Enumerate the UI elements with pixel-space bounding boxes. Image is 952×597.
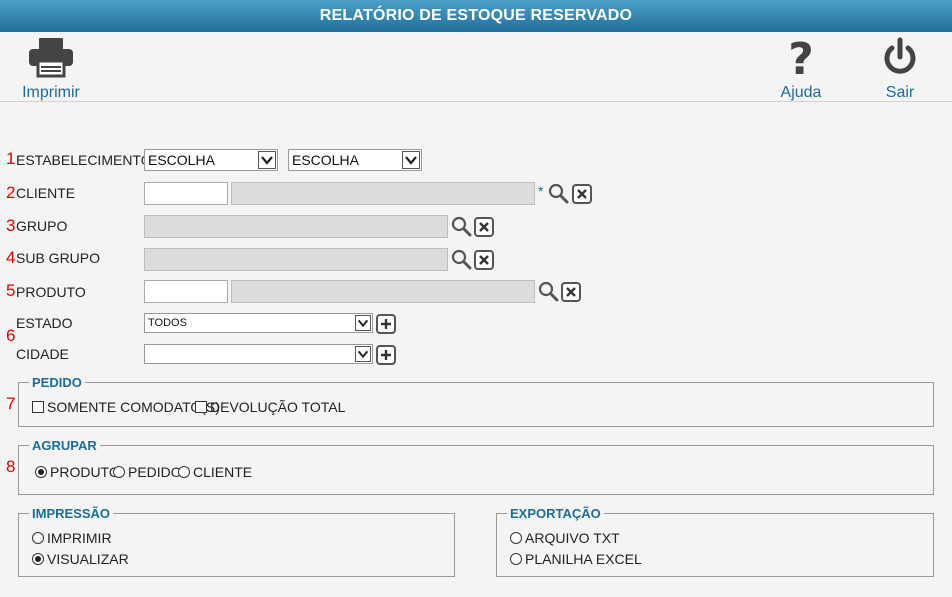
search-icon[interactable] <box>538 281 559 302</box>
cliente-label: CLIENTE <box>16 185 76 201</box>
devolucao-total-label: DEVOLUÇÃO TOTAL <box>210 399 346 415</box>
produto-label: PRODUTO <box>16 284 86 300</box>
subgrupo-input <box>144 248 448 271</box>
agrupar-pedido-label: PEDIDO <box>128 464 182 480</box>
exportacao-excel-label: PLANILHA EXCEL <box>525 551 642 567</box>
clear-icon[interactable] <box>474 217 494 237</box>
estabelecimento-select-2-value: ESCOLHA <box>292 152 359 168</box>
pedido-legend: PEDIDO <box>29 375 85 390</box>
estado-label: ESTADO <box>16 315 73 331</box>
search-icon[interactable] <box>451 216 472 237</box>
exportacao-txt-radio[interactable]: ARQUIVO TXT <box>510 530 620 546</box>
row-number-5: 5 <box>6 281 16 300</box>
estabelecimento-select-1-value: ESCOLHA <box>148 152 215 168</box>
agrupar-cliente-radio[interactable]: CLIENTE <box>178 464 252 480</box>
exit-button[interactable]: Sair <box>880 36 920 102</box>
page-title: RELATÓRIO DE ESTOQUE RESERVADO <box>0 0 952 32</box>
pedido-group: PEDIDO SOMENTE COMODATO(S) DEVOLUÇÃO TOT… <box>18 375 934 427</box>
row-number-6: 6 <box>6 326 16 345</box>
print-label: Imprimir <box>22 84 80 101</box>
chevron-down-icon <box>355 346 371 362</box>
help-label: Ajuda <box>780 84 822 101</box>
exportacao-legend: EXPORTAÇÃO <box>507 506 604 521</box>
estabelecimento-select-2[interactable]: ESCOLHA <box>288 149 422 171</box>
impressao-imprimir-label: IMPRIMIR <box>47 530 112 546</box>
chevron-down-icon <box>258 151 276 169</box>
agrupar-group: AGRUPAR PRODUTO PEDIDO CLIENTE <box>18 438 934 495</box>
subgrupo-label: SUB GRUPO <box>16 250 101 266</box>
cliente-code-input[interactable] <box>144 182 228 205</box>
row-number-4: 4 <box>6 248 16 267</box>
chevron-down-icon <box>355 315 371 331</box>
exportacao-txt-label: ARQUIVO TXT <box>525 530 620 546</box>
row-number-3: 3 <box>6 216 16 235</box>
grupo-input <box>144 215 448 238</box>
clear-icon[interactable] <box>474 250 494 270</box>
impressao-visualizar-radio[interactable]: VISUALIZAR <box>32 551 129 567</box>
clear-icon[interactable] <box>572 184 592 204</box>
estabelecimento-select-1[interactable]: ESCOLHA <box>144 149 278 171</box>
cidade-label: CIDADE <box>16 346 69 362</box>
row-number-8: 8 <box>6 457 16 476</box>
grupo-label: GRUPO <box>16 218 68 234</box>
search-icon[interactable] <box>548 183 569 204</box>
exportacao-excel-radio[interactable]: PLANILHA EXCEL <box>510 551 642 567</box>
impressao-legend: IMPRESSÃO <box>29 506 114 521</box>
devolucao-total-checkbox[interactable]: DEVOLUÇÃO TOTAL <box>195 399 345 415</box>
radio-dot <box>510 532 522 544</box>
agrupar-produto-radio[interactable]: PRODUTO <box>35 464 120 480</box>
radio-dot <box>113 466 125 478</box>
exportacao-group: EXPORTAÇÃO ARQUIVO TXT PLANILHA EXCEL <box>496 506 934 577</box>
search-icon[interactable] <box>451 249 472 270</box>
exit-label: Sair <box>885 84 915 101</box>
help-button[interactable]: ? Ajuda <box>778 36 824 102</box>
radio-dot <box>510 553 522 565</box>
produto-code-input[interactable] <box>144 280 228 303</box>
cidade-select[interactable] <box>144 344 373 364</box>
impressao-group: IMPRESSÃO IMPRIMIR VISUALIZAR <box>18 506 455 577</box>
produto-name-input <box>231 280 535 303</box>
estado-select-value: TODOS <box>148 317 187 329</box>
printer-icon <box>29 38 73 78</box>
radio-dot <box>32 553 44 565</box>
somente-comodato-label: SOMENTE COMODATO(S) <box>47 399 220 415</box>
somente-comodato-checkbox[interactable]: SOMENTE COMODATO(S) <box>32 399 220 415</box>
agrupar-legend: AGRUPAR <box>29 438 100 453</box>
svg-text:?: ? <box>788 36 814 78</box>
agrupar-produto-label: PRODUTO <box>50 464 120 480</box>
chevron-down-icon <box>402 151 420 169</box>
cliente-name-input <box>231 182 535 205</box>
estado-select[interactable]: TODOS <box>144 313 373 333</box>
toolbar: Imprimir ? Ajuda Sair <box>0 32 952 102</box>
radio-dot <box>32 532 44 544</box>
checkbox-box <box>195 401 207 413</box>
checkbox-box <box>32 401 44 413</box>
clear-icon[interactable] <box>561 282 581 302</box>
radio-dot <box>178 466 190 478</box>
required-mark: * <box>538 183 544 199</box>
power-icon <box>884 37 916 74</box>
question-mark-icon: ? <box>788 36 814 78</box>
add-estado-icon[interactable] <box>376 314 396 334</box>
print-button[interactable]: Imprimir <box>20 36 82 102</box>
add-cidade-icon[interactable] <box>376 345 396 365</box>
agrupar-pedido-radio[interactable]: PEDIDO <box>113 464 182 480</box>
row-number-7: 7 <box>6 394 16 413</box>
impressao-visualizar-label: VISUALIZAR <box>47 551 129 567</box>
row-number-2: 2 <box>6 183 16 202</box>
radio-dot <box>35 466 47 478</box>
impressao-imprimir-radio[interactable]: IMPRIMIR <box>32 530 112 546</box>
agrupar-cliente-label: CLIENTE <box>193 464 253 480</box>
estabelecimento-label: ESTABELECIMENTO <box>16 152 152 168</box>
row-number-1: 1 <box>6 149 16 168</box>
